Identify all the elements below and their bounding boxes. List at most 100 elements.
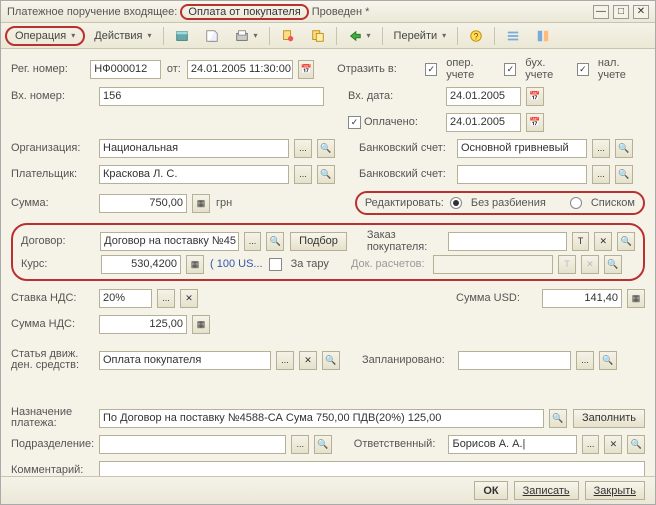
contract-label: Договор:	[21, 235, 94, 247]
toolbar-icon-2[interactable]	[198, 26, 226, 46]
paid-date-input[interactable]: 24.01.2005	[446, 113, 521, 132]
calendar-icon[interactable]: 📅	[526, 113, 544, 132]
vat-rate-label: Ставка НДС:	[11, 292, 93, 304]
operation-menu[interactable]: Операция	[5, 26, 85, 46]
select-button[interactable]: ...	[291, 435, 309, 454]
clear-icon[interactable]: ✕	[604, 435, 622, 454]
lookup-icon[interactable]: 🔍	[599, 351, 617, 370]
sum-label: Сумма:	[11, 197, 93, 209]
lookup-icon[interactable]: 🔍	[627, 435, 645, 454]
calc-icon[interactable]: ▦	[627, 289, 645, 308]
calendar-icon[interactable]: 📅	[526, 87, 544, 106]
lookup-icon[interactable]: 🔍	[317, 139, 335, 158]
doc-calc-label: Док. расчетов:	[351, 258, 427, 270]
goto-menu[interactable]: Перейти	[387, 26, 454, 46]
planned-input[interactable]	[458, 351, 571, 370]
cash-flow-label: Статья движ. ден. средств:	[11, 349, 93, 371]
cash-flow-input[interactable]: Оплата покупателя	[99, 351, 271, 370]
date-input[interactable]: 24.01.2005 11:30:00	[187, 60, 293, 79]
select-button[interactable]: ...	[592, 139, 610, 158]
select-button[interactable]: ...	[294, 165, 312, 184]
in-no-input[interactable]: 156	[99, 87, 324, 106]
toolbar-icon-3[interactable]	[228, 26, 265, 46]
calc-icon[interactable]: ▦	[192, 194, 210, 213]
close-button[interactable]: Закрыть	[585, 481, 645, 500]
select-button[interactable]: ...	[592, 165, 610, 184]
oper-checkbox[interactable]	[425, 63, 437, 76]
order-input[interactable]	[448, 232, 567, 251]
text-icon: T	[558, 255, 576, 274]
bank-acc-input[interactable]: Основной гривневый	[457, 139, 587, 158]
fill-button[interactable]: Заполнить	[573, 409, 645, 428]
sum-usd-label: Сумма USD:	[456, 292, 536, 304]
planned-label: Запланировано:	[362, 354, 452, 366]
calc-icon[interactable]: ▦	[186, 255, 204, 274]
bank-acc2-label: Банковский счет:	[359, 168, 451, 180]
list-radio[interactable]	[570, 197, 582, 209]
select-button[interactable]: ...	[276, 351, 294, 370]
buh-checkbox[interactable]	[504, 63, 516, 76]
vat-rate-input[interactable]: 20%	[99, 289, 152, 308]
vat-sum-label: Сумма НДС:	[11, 318, 93, 330]
select-button[interactable]: ...	[294, 139, 312, 158]
rate-label: Курс:	[21, 258, 95, 270]
reg-no-label: Рег. номер:	[11, 63, 84, 75]
lookup-icon[interactable]: 🔍	[317, 165, 335, 184]
lookup-icon[interactable]: 🔍	[549, 409, 567, 428]
calendar-icon[interactable]: 📅	[298, 60, 314, 79]
close-window-button[interactable]: ✕	[633, 5, 649, 19]
purpose-label: Назначение платежа:	[11, 407, 93, 429]
clear-icon[interactable]: ✕	[180, 289, 198, 308]
select-button[interactable]: ...	[244, 232, 262, 251]
vat-sum-input[interactable]: 125,00	[99, 315, 187, 334]
select-button[interactable]: ...	[582, 435, 600, 454]
contract-input[interactable]: Договор на поставку №45	[100, 232, 238, 251]
lookup-icon[interactable]: 🔍	[322, 351, 340, 370]
clear-icon[interactable]: ✕	[299, 351, 317, 370]
toolbar-icon-6[interactable]	[341, 26, 378, 46]
actions-menu[interactable]: Действия	[87, 26, 158, 46]
lookup-icon[interactable]: 🔍	[314, 435, 332, 454]
lookup-icon[interactable]: 🔍	[617, 232, 635, 251]
responsible-label: Ответственный:	[354, 438, 443, 450]
text-icon[interactable]: T	[572, 232, 590, 251]
clear-icon[interactable]: ✕	[594, 232, 612, 251]
dept-input[interactable]	[99, 435, 286, 454]
responsible-input[interactable]: Борисов А. А.|	[448, 435, 576, 454]
edit-mode-group: Редактировать: Без разбиения Списком	[355, 191, 645, 215]
lookup-icon[interactable]: 🔍	[615, 165, 633, 184]
sum-usd-input[interactable]: 141,40	[542, 289, 622, 308]
select-button[interactable]: ...	[157, 289, 175, 308]
help-button[interactable]: ?	[462, 26, 490, 46]
rate-hint-link[interactable]: ( 100 US...	[210, 258, 263, 270]
toolbar-icon-7[interactable]	[499, 26, 527, 46]
maximize-button[interactable]: □	[613, 5, 629, 19]
rate-input[interactable]: 530,4200	[101, 255, 181, 274]
sum-input[interactable]: 750,00	[99, 194, 187, 213]
select-contract-button[interactable]: Подбор	[290, 232, 347, 251]
tare-checkbox[interactable]	[269, 258, 282, 271]
from-label: от:	[167, 63, 181, 75]
doc-calc-input	[433, 255, 553, 274]
org-input[interactable]: Национальная	[99, 139, 289, 158]
select-button[interactable]: ...	[576, 351, 594, 370]
ok-button[interactable]: ОК	[474, 481, 507, 500]
toolbar-icon-8[interactable]	[529, 26, 557, 46]
minimize-button[interactable]: —	[593, 5, 609, 19]
toolbar-icon-5[interactable]	[304, 26, 332, 46]
lookup-icon[interactable]: 🔍	[266, 232, 284, 251]
payer-input[interactable]: Краскова Л. С.	[99, 165, 289, 184]
toolbar-icon-1[interactable]	[168, 26, 196, 46]
lookup-icon[interactable]: 🔍	[615, 139, 633, 158]
purpose-input[interactable]: По Договор на поставку №4588-СА Сума 750…	[99, 409, 544, 428]
no-split-radio[interactable]	[450, 197, 462, 209]
title-pre: Платежное поручение входящее:	[7, 6, 177, 18]
toolbar-icon-4[interactable]	[274, 26, 302, 46]
bank-acc2-input[interactable]	[457, 165, 587, 184]
paid-checkbox[interactable]	[348, 116, 361, 129]
save-button[interactable]: Записать	[514, 481, 579, 500]
nal-checkbox[interactable]	[577, 63, 589, 76]
reg-no-input[interactable]: НФ000012	[90, 60, 161, 79]
calc-icon[interactable]: ▦	[192, 315, 210, 334]
in-date-input[interactable]: 24.01.2005	[446, 87, 521, 106]
